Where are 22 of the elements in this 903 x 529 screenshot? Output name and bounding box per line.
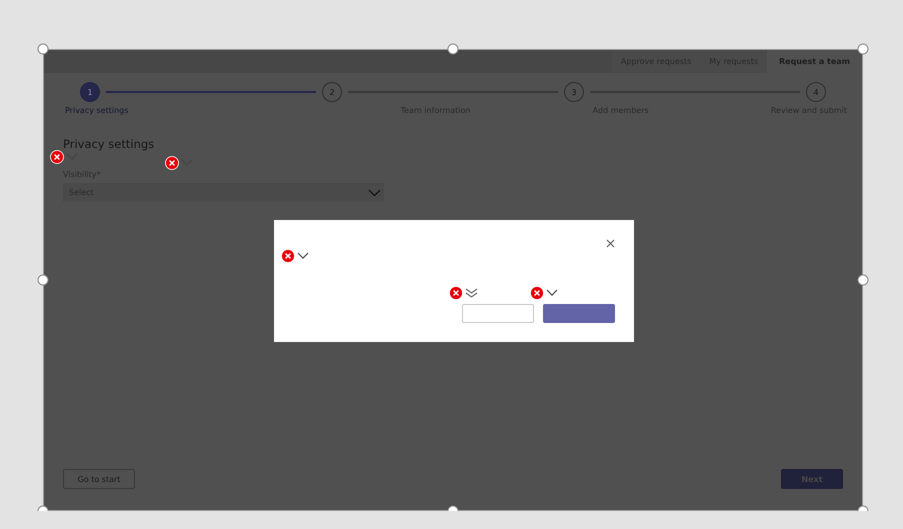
input-field[interactable] bbox=[462, 304, 534, 323]
resize-handle[interactable] bbox=[858, 274, 868, 286]
step-number: 1 bbox=[80, 82, 100, 102]
double-chevron-icon bbox=[465, 288, 478, 298]
step-label: Privacy settings bbox=[65, 106, 128, 115]
resize-handle[interactable] bbox=[448, 44, 458, 54]
section-title: Privacy settings bbox=[63, 137, 156, 151]
step-number: 3 bbox=[564, 82, 584, 102]
error-icon bbox=[50, 150, 64, 164]
step-number: 4 bbox=[806, 82, 826, 102]
step-number: 2 bbox=[322, 82, 342, 102]
error-icon bbox=[281, 249, 295, 263]
resize-handle[interactable] bbox=[38, 44, 48, 54]
close-icon[interactable] bbox=[606, 239, 615, 248]
error-icon bbox=[165, 156, 179, 170]
chevron-down-icon bbox=[297, 252, 309, 260]
resize-handle[interactable] bbox=[858, 44, 868, 54]
resize-handle[interactable] bbox=[38, 274, 48, 286]
chevron-down-icon bbox=[546, 289, 558, 297]
chevron-down-icon bbox=[368, 188, 381, 196]
error-icon bbox=[530, 286, 544, 300]
error-icon bbox=[449, 286, 463, 300]
